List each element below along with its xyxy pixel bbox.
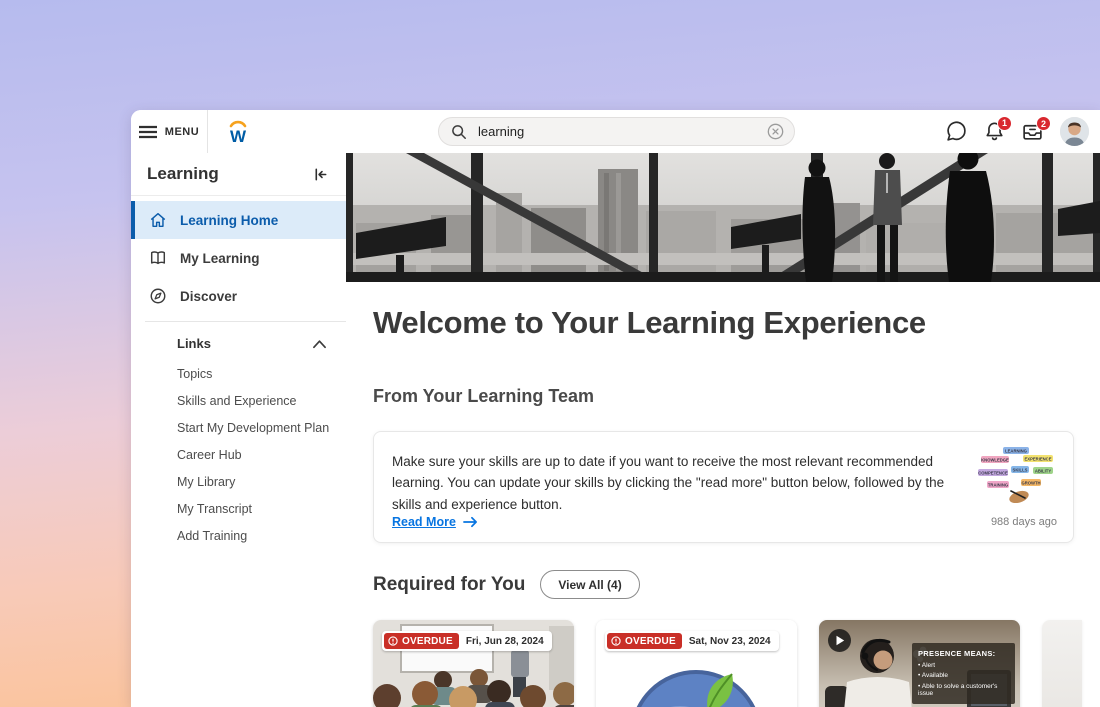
menu-label: MENU [165, 126, 199, 138]
sidebar-item-learning-home[interactable]: Learning Home [131, 201, 346, 239]
view-all-button[interactable]: View All (4) [540, 570, 639, 599]
overdue-label: OVERDUE [402, 636, 453, 647]
overlay-bullet: Able to solve a customer's issue [918, 683, 1009, 697]
svg-text:LEARNING: LEARNING [1005, 448, 1027, 453]
sidebar-link-career-hub[interactable]: Career Hub [177, 442, 346, 469]
announcement-age: 988 days ago [991, 516, 1057, 528]
read-more-button[interactable]: Read More [392, 515, 478, 529]
overlay-bullet: Available [918, 672, 1009, 679]
sidebar-item-my-learning[interactable]: My Learning [131, 239, 346, 277]
play-icon [835, 635, 845, 646]
close-circle-icon [767, 123, 784, 140]
workday-logo[interactable]: W [224, 117, 252, 147]
notifications-button[interactable]: 1 [984, 121, 1005, 143]
sidebar-link-start-my-development-plan[interactable]: Start My Development Plan [177, 415, 346, 442]
page-content: Welcome to Your Learning Experience From… [346, 305, 1100, 707]
required-courses-carousel: OVERDUE Fri, Jun 28, 2024 [373, 620, 1074, 707]
overlay-bullet: Alert [918, 662, 1009, 669]
overdue-chip: OVERDUE [384, 633, 459, 649]
sidebar-item-label: Learning Home [180, 213, 278, 228]
alert-circle-icon [611, 636, 621, 646]
hamburger-icon [139, 125, 157, 139]
svg-text:W: W [230, 127, 247, 146]
due-badge: OVERDUE Sat, Nov 23, 2024 [605, 631, 779, 651]
sidebar-title: Learning [147, 164, 219, 184]
home-icon [149, 211, 167, 229]
compass-icon [149, 287, 167, 305]
course-card-partial[interactable] [1042, 620, 1082, 707]
menu-button[interactable]: MENU [131, 110, 208, 153]
sidebar-link-skills-and-experience[interactable]: Skills and Experience [177, 388, 346, 415]
announcement-card: Make sure your skills are up to date if … [373, 431, 1074, 543]
due-date: Fri, Jun 28, 2024 [466, 636, 544, 647]
due-date: Sat, Nov 23, 2024 [689, 636, 771, 647]
sidebar-item-label: My Learning [180, 251, 260, 266]
chat-bubble-icon [945, 120, 968, 143]
search-input[interactable] [476, 123, 758, 140]
course-card-sustainability[interactable]: OVERDUE Sat, Nov 23, 2024 [596, 620, 797, 707]
sidebar-header: Learning [131, 153, 346, 196]
main-content: Welcome to Your Learning Experience From… [346, 153, 1100, 707]
learning-sidebar: Learning Learning Home [131, 153, 346, 707]
page-title: Welcome to Your Learning Experience [373, 305, 1074, 341]
search-clear-button[interactable] [767, 123, 784, 140]
course-card-presence-video[interactable]: PRESENCE MEANS: Alert Available Able to … [819, 620, 1020, 707]
required-for-you-header: Required for You View All (4) [373, 570, 1074, 599]
app-body: Learning Learning Home [131, 153, 1100, 707]
search-icon [451, 124, 467, 140]
overlay-title: PRESENCE MEANS: [918, 649, 1009, 658]
sidebar-link-topics[interactable]: Topics [177, 361, 346, 388]
svg-text:TRAINING: TRAINING [988, 482, 1008, 487]
sidebar-nav: Learning Home My Learning Discover [131, 196, 346, 315]
sidebar-item-discover[interactable]: Discover [131, 277, 346, 315]
alert-circle-icon [388, 636, 398, 646]
workday-logo-icon: W [224, 117, 252, 147]
svg-text:EXPERIENCE: EXPERIENCE [1025, 456, 1052, 461]
svg-text:GROWTH: GROWTH [1021, 480, 1040, 485]
app-window: MENU W [131, 110, 1100, 707]
section-heading-required-for-you: Required for You [373, 574, 525, 596]
announcement-thumbnail: LEARNING KNOWLEDGE EXPERIENCE COMPETENCE… [977, 445, 1057, 503]
announcement-footer: Read More 988 days ago [392, 515, 1057, 529]
svg-text:ABILITY: ABILITY [1035, 468, 1051, 473]
header-actions: 1 2 [945, 110, 1089, 153]
announcement-body: Make sure your skills are up to date if … [392, 451, 947, 515]
profile-avatar[interactable] [1060, 117, 1089, 146]
course-card-classroom[interactable]: OVERDUE Fri, Jun 28, 2024 [373, 620, 574, 707]
chat-button[interactable] [945, 120, 968, 143]
play-button[interactable] [828, 629, 851, 652]
links-list: Topics Skills and Experience Start My De… [131, 351, 346, 550]
sidebar-link-my-transcript[interactable]: My Transcript [177, 496, 346, 523]
svg-text:SKILLS: SKILLS [1013, 467, 1028, 472]
section-heading-from-your-learning-team: From Your Learning Team [373, 386, 1074, 407]
notifications-badge: 1 [997, 116, 1012, 131]
inbox-button[interactable]: 2 [1021, 121, 1044, 142]
overdue-label: OVERDUE [625, 636, 676, 647]
arrow-right-icon [463, 516, 478, 528]
collapse-sidebar-button[interactable] [313, 167, 328, 182]
due-badge: OVERDUE Fri, Jun 28, 2024 [382, 631, 552, 651]
read-more-label: Read More [392, 515, 456, 529]
links-section-title: Links [177, 336, 211, 351]
global-header: MENU W [131, 110, 1100, 153]
avatar-photo [1060, 117, 1089, 146]
overdue-chip: OVERDUE [607, 633, 682, 649]
hero-banner-image [346, 153, 1100, 282]
video-caption-overlay: PRESENCE MEANS: Alert Available Able to … [912, 643, 1015, 704]
search-bar [438, 117, 795, 146]
inbox-badge: 2 [1036, 116, 1051, 131]
collapse-panel-icon [313, 167, 328, 182]
sidebar-link-my-library[interactable]: My Library [177, 469, 346, 496]
sidebar-link-add-training[interactable]: Add Training [177, 523, 346, 550]
open-book-icon [149, 249, 167, 267]
chevron-up-icon [312, 339, 327, 349]
svg-text:COMPETENCE: COMPETENCE [978, 470, 1008, 475]
links-section-toggle[interactable]: Links [131, 322, 346, 351]
sidebar-item-label: Discover [180, 289, 237, 304]
svg-text:KNOWLEDGE: KNOWLEDGE [981, 457, 1009, 462]
